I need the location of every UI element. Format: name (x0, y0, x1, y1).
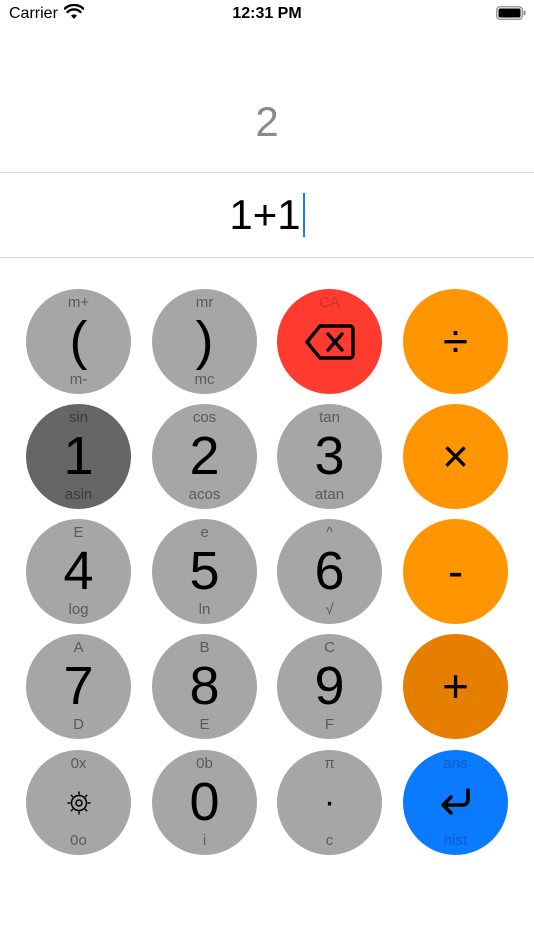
digit-1-key[interactable]: sin 1 asin (26, 404, 131, 509)
open-paren-key[interactable]: m+ ( m- (26, 289, 131, 394)
digit-5-key[interactable]: e 5 ln (152, 519, 257, 624)
decimal-point-key[interactable]: π · c (277, 750, 382, 855)
key-secondary-bottom: 0o (70, 832, 87, 849)
key-secondary-top: 0x (70, 755, 87, 772)
key-secondary-bottom: asin (64, 486, 93, 503)
key-secondary-bottom: √ (325, 601, 334, 618)
key-main-label: · (323, 783, 336, 821)
key-secondary-bottom: D (73, 716, 84, 733)
settings-key[interactable]: 0x 0o (26, 750, 131, 855)
digit-4-key[interactable]: E 4 log (26, 519, 131, 624)
plus-key[interactable]: + (403, 634, 508, 739)
enter-key[interactable]: ans hist (403, 750, 508, 855)
key-main-label: ( (69, 311, 88, 371)
key-main-label: × (442, 430, 469, 482)
key-secondary-top: cos (192, 409, 217, 426)
key-secondary-top: m+ (67, 294, 90, 311)
status-time: 12:31 PM (232, 5, 302, 22)
key-main-label: 5 (189, 541, 220, 601)
key-secondary-top: CA (319, 294, 340, 311)
status-bar: Carrier 12:31 PM (0, 0, 534, 28)
key-secondary-bottom: hist (443, 832, 468, 849)
digit-2-key[interactable]: cos 2 acos (152, 404, 257, 509)
divider-top (0, 172, 534, 173)
text-caret (302, 193, 305, 237)
battery-icon (496, 6, 526, 20)
key-main-label: 0 (189, 772, 220, 832)
expression-field[interactable]: 1+1 (0, 190, 534, 240)
key-secondary-bottom: mc (194, 371, 215, 388)
digit-6-key[interactable]: ^ 6 √ (277, 519, 382, 624)
digit-0-key[interactable]: 0b 0 i (152, 750, 257, 855)
close-paren-key[interactable]: mr ) mc (152, 289, 257, 394)
multiply-key[interactable]: × (403, 404, 508, 509)
key-main-label: 8 (189, 656, 220, 716)
key-secondary-top: π (324, 755, 335, 772)
key-secondary-top: tan (319, 409, 340, 426)
key-main-label: ) (195, 311, 214, 371)
divide-key[interactable]: ÷ (403, 289, 508, 394)
result-display: 2 (255, 98, 279, 145)
key-secondary-bottom: m- (69, 371, 88, 388)
gear-icon (67, 791, 90, 815)
key-secondary-top: sin (68, 409, 89, 426)
backspace-icon (304, 324, 355, 360)
key-secondary-bottom: F (324, 716, 335, 733)
minus-key[interactable]: - (403, 519, 508, 624)
return-icon (440, 788, 470, 815)
key-secondary-bottom: c (325, 832, 334, 849)
key-secondary-bottom: log (68, 601, 89, 618)
digit-7-key[interactable]: A 7 D (26, 634, 131, 739)
key-secondary-bottom: acos (188, 486, 221, 503)
digit-8-key[interactable]: B 8 E (152, 634, 257, 739)
key-main-label: 6 (314, 541, 345, 601)
expression-text: 1+1 (229, 191, 301, 238)
key-secondary-top: mr (195, 294, 214, 311)
key-secondary-top: B (199, 639, 210, 656)
key-secondary-top: ^ (325, 524, 334, 541)
key-secondary-top: ans (443, 755, 468, 772)
key-secondary-top: C (324, 639, 335, 656)
key-main-label: 4 (63, 541, 94, 601)
key-secondary-bottom: i (202, 832, 207, 849)
key-secondary-top: E (73, 524, 84, 541)
backspace-key[interactable]: CA (277, 289, 382, 394)
key-main-label: - (447, 545, 464, 597)
key-main-label: 9 (314, 656, 345, 716)
key-secondary-top: A (73, 639, 84, 656)
key-main-label: 1 (63, 426, 94, 486)
divider-bottom (0, 257, 534, 258)
digit-9-key[interactable]: C 9 F (277, 634, 382, 739)
key-main-label: 7 (63, 656, 94, 716)
key-main-label: + (442, 660, 469, 712)
key-main-label: 2 (189, 426, 220, 486)
digit-3-key[interactable]: tan 3 atan (277, 404, 382, 509)
key-secondary-top: e (200, 524, 209, 541)
key-secondary-bottom: E (199, 716, 210, 733)
key-main-label: ÷ (442, 315, 469, 367)
key-main-label: 3 (314, 426, 345, 486)
key-secondary-top: 0b (196, 755, 213, 772)
key-secondary-bottom: ln (198, 601, 211, 618)
key-secondary-bottom: atan (314, 486, 345, 503)
